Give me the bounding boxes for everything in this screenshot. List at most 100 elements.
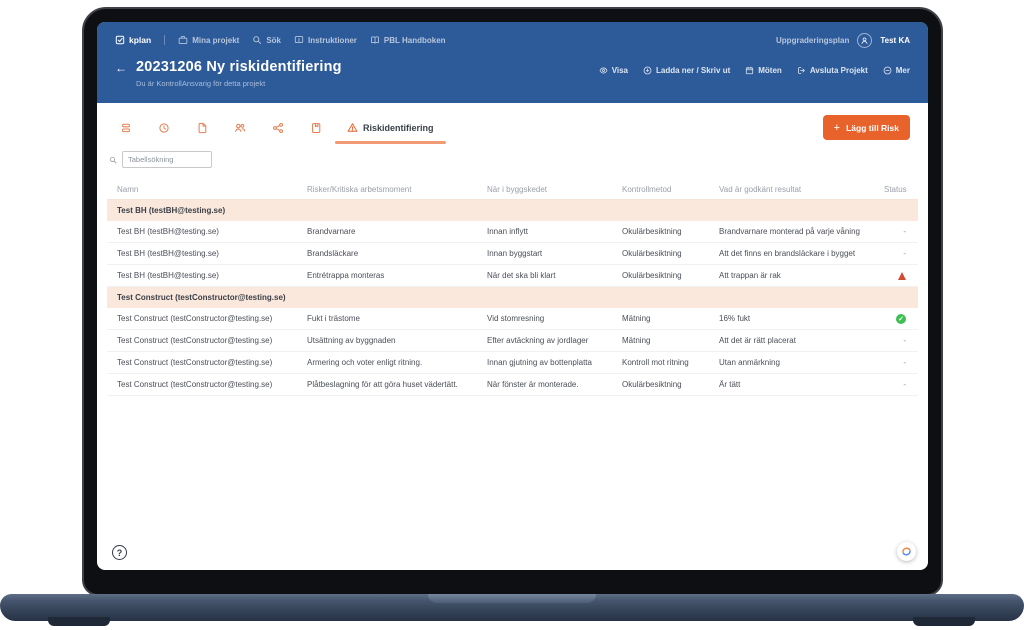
group-row[interactable]: Test Construct (testConstructor@testing.…	[107, 287, 918, 308]
download-print-button[interactable]: Ladda ner / Skriv ut	[643, 66, 730, 75]
tab-workflow[interactable]	[259, 122, 297, 134]
tab-handbook[interactable]	[297, 122, 335, 134]
table-row[interactable]: Test BH (testBH@testing.se) Entrétrappa …	[107, 265, 918, 287]
cell-risk: Brandvarnare	[307, 227, 356, 236]
cell-kontrollmetod: Okulärbesiktning	[622, 249, 682, 258]
page-subtitle: Du är KontrollAnsvarig för detta projekt	[136, 79, 266, 88]
tab-riskidentifiering[interactable]: Riskidentifiering	[335, 111, 446, 144]
eye-icon	[599, 67, 608, 74]
cell-resultat: 16% fukt	[719, 314, 751, 323]
mer-button[interactable]: Mer	[883, 66, 910, 75]
user-avatar[interactable]	[857, 32, 873, 48]
briefcase-icon	[178, 36, 188, 44]
table-row[interactable]: Test BH (testBH@testing.se) Brandvarnare…	[107, 221, 918, 243]
kplan-logo[interactable]: kplan	[115, 35, 151, 45]
table-row[interactable]: Test Construct (testConstructor@testing.…	[107, 330, 918, 352]
clock-icon	[159, 122, 169, 133]
cell-byggskede: När fönster är monterade.	[487, 380, 579, 389]
back-button[interactable]: ←	[115, 62, 127, 74]
document-icon	[198, 122, 207, 133]
column-header[interactable]: Kontrollmetod	[612, 185, 709, 194]
tab-label: Riskidentifiering	[363, 122, 434, 133]
cell-risk: Brandsläckare	[307, 249, 359, 258]
search-icon	[109, 156, 117, 164]
cell-kontrollmetod: Okulärbesiktning	[622, 227, 682, 236]
cell-namn: Test Construct (testConstructor@testing.…	[117, 358, 273, 367]
action-label: Visa	[611, 66, 628, 75]
cell-risk: Utsättning av byggnaden	[307, 336, 396, 345]
kplan-logo-icon	[115, 35, 125, 45]
cell-namn: Test Construct (testConstructor@testing.…	[117, 314, 273, 323]
stack-icon	[122, 123, 130, 132]
table-row[interactable]: Test Construct (testConstructor@testing.…	[107, 308, 918, 330]
cell-namn: Test BH (testBH@testing.se)	[117, 249, 219, 258]
status-indicator: -	[903, 336, 906, 345]
status-indicator: -	[903, 227, 906, 236]
table-row[interactable]: Test Construct (testConstructor@testing.…	[107, 352, 918, 374]
visa-button[interactable]: Visa	[599, 66, 628, 75]
column-header[interactable]: Risker/Kritiska arbetsmoment	[297, 185, 477, 194]
active-tab-underline	[335, 141, 446, 144]
column-header[interactable]: När i byggskedet	[477, 185, 612, 194]
nav-label: PBL Handboken	[383, 35, 446, 45]
table-search-row	[107, 151, 918, 168]
help-button[interactable]: ?	[112, 545, 127, 560]
nav-item-pbl-handboken[interactable]: PBL Handboken	[370, 35, 446, 45]
person-icon	[861, 37, 868, 44]
avsluta-projekt-button[interactable]: Avsluta Projekt	[797, 66, 868, 75]
action-label: Avsluta Projekt	[809, 66, 868, 75]
nav-item-sok[interactable]: Sök	[252, 35, 281, 45]
group-name: Test Construct (testConstructor@testing.…	[117, 293, 286, 302]
main-content: Riskidentifiering + Lägg till Risk Namn	[97, 103, 928, 570]
nav-right: Uppgraderingsplan Test KA	[776, 32, 910, 48]
book-icon	[371, 36, 379, 44]
action-label: Möten	[758, 66, 782, 75]
user-name[interactable]: Test KA	[880, 36, 910, 45]
search-icon	[253, 36, 262, 45]
nav-label: Sök	[266, 35, 281, 45]
table-row[interactable]: Test BH (testBH@testing.se) Brandsläckar…	[107, 243, 918, 265]
column-header[interactable]: Vad är godkänt resultat	[709, 185, 874, 194]
status-indicator: -	[903, 358, 906, 367]
laptop-bezel: kplan Mina projekt Sök Instruktioner PBL…	[82, 7, 943, 596]
table-search-input[interactable]	[122, 151, 212, 168]
project-title-row: ← 20231206 Ny riskidentifiering Du är Ko…	[115, 59, 910, 88]
laptop-foot-right	[913, 617, 975, 626]
add-risk-label: Lägg till Risk	[846, 122, 899, 133]
app-screen: kplan Mina projekt Sök Instruktioner PBL…	[97, 22, 928, 570]
cell-byggskede: Innan gjutning av bottenplatta	[487, 358, 592, 367]
column-header[interactable]: Status	[874, 185, 918, 194]
group-row[interactable]: Test BH (testBH@testing.se)	[107, 200, 918, 221]
tab-schedule[interactable]	[145, 122, 183, 134]
laptop-mockup: kplan Mina projekt Sök Instruktioner PBL…	[0, 0, 1024, 630]
cell-kontrollmetod: Mätning	[622, 314, 651, 323]
cell-namn: Test BH (testBH@testing.se)	[117, 271, 219, 280]
users-icon	[235, 123, 246, 132]
action-label: Ladda ner / Skriv ut	[656, 66, 731, 75]
cell-byggskede: Efter avtäckning av jordlager	[487, 336, 589, 345]
tab-members[interactable]	[221, 122, 259, 134]
cell-resultat: Att trappan är rak	[719, 271, 781, 280]
cell-byggskede: Vid stomresning	[487, 314, 545, 323]
cell-risk: Armering och voter enligt ritning.	[307, 358, 423, 367]
laptop-base	[0, 594, 1024, 621]
status-indicator: -	[903, 249, 906, 258]
add-risk-button[interactable]: + Lägg till Risk	[822, 115, 910, 140]
sync-button[interactable]	[897, 542, 916, 561]
laptop-foot-left	[48, 617, 110, 626]
moten-button[interactable]: Möten	[745, 66, 782, 75]
plus-icon: +	[833, 121, 841, 134]
tab-documents[interactable]	[183, 122, 221, 134]
nav-item-mina-projekt[interactable]: Mina projekt	[178, 35, 239, 45]
upgrade-plan-link[interactable]: Uppgraderingsplan	[776, 36, 849, 45]
nav-item-instruktioner[interactable]: Instruktioner	[294, 35, 357, 45]
tab-overview[interactable]	[107, 122, 145, 134]
cell-namn: Test Construct (testConstructor@testing.…	[117, 336, 273, 345]
action-label: Mer	[895, 66, 910, 75]
cell-resultat: Att det finns en brandsläckare i bygget	[719, 249, 856, 258]
circle-minus-icon	[883, 66, 892, 75]
table-row[interactable]: Test Construct (testConstructor@testing.…	[107, 374, 918, 396]
nav-label: Instruktioner	[308, 35, 357, 45]
column-header[interactable]: Namn	[107, 185, 297, 194]
title-block: 20231206 Ny riskidentifiering Du är Kont…	[136, 59, 342, 88]
